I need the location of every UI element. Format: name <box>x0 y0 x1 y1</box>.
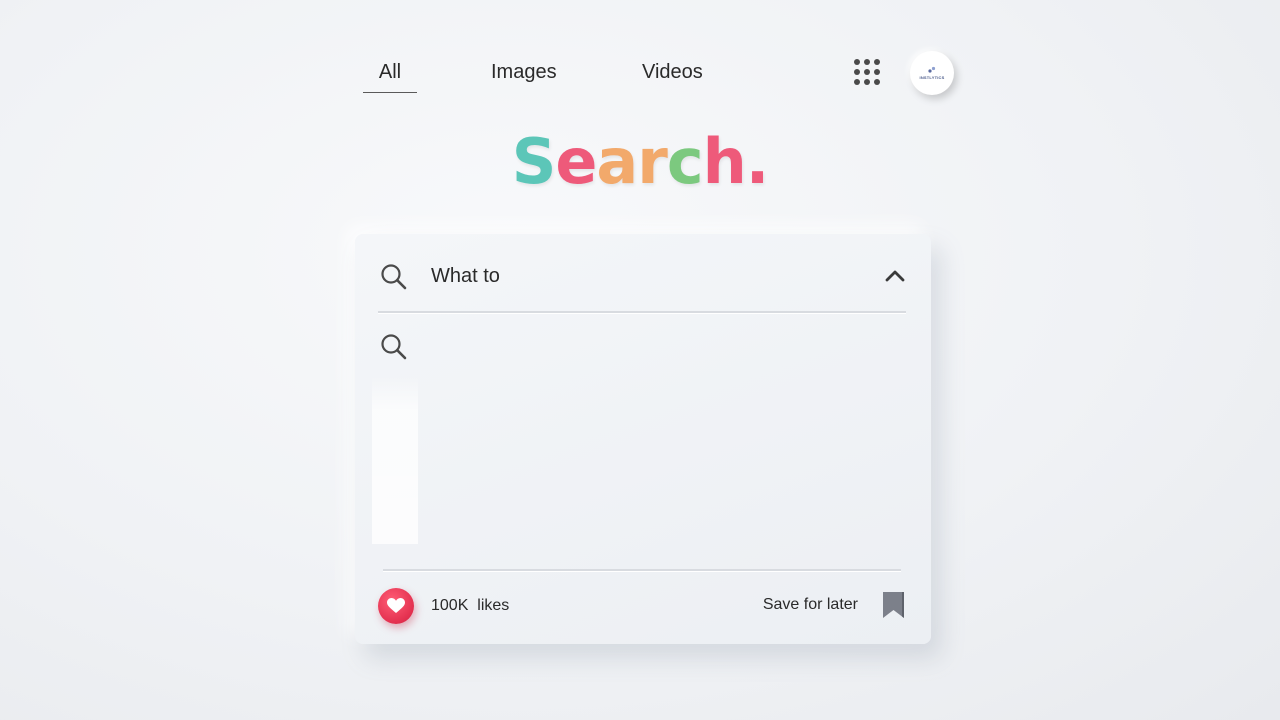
save-for-later-link[interactable]: Save for later <box>763 595 858 615</box>
apps-grid-icon[interactable] <box>854 59 880 85</box>
search-bar[interactable]: What to <box>379 260 907 292</box>
logo-letter: a <box>596 125 638 198</box>
logo-letter: e <box>555 125 597 198</box>
logo-letter: . <box>745 125 770 198</box>
logo-letter: r <box>637 125 668 198</box>
like-button[interactable] <box>378 588 414 624</box>
bookmark-icon[interactable] <box>880 590 908 620</box>
search-logo: Search. <box>0 126 1280 198</box>
chevron-up-icon[interactable] <box>883 266 907 286</box>
logo-letter: S <box>511 125 557 198</box>
divider <box>378 311 906 313</box>
divider <box>383 569 901 571</box>
search-card: What to 100K likes Save for later <box>355 234 931 644</box>
search-icon <box>381 264 407 290</box>
logo-letter: c <box>666 125 704 198</box>
tab-videos[interactable]: Videos <box>642 58 703 86</box>
avatar[interactable]: INSTLYTICS <box>910 51 954 95</box>
search-input[interactable]: What to <box>431 263 500 289</box>
suggestion-placeholder <box>372 376 418 544</box>
card-footer: 100K likes Save for later <box>378 588 908 624</box>
avatar-label: INSTLYTICS <box>919 75 945 80</box>
heart-icon <box>387 598 405 613</box>
tab-images[interactable]: Images <box>491 58 557 86</box>
suggestion-search-icon[interactable] <box>379 332 409 362</box>
likes-count: 100K likes <box>431 597 510 614</box>
avatar-logo-icon <box>928 66 936 73</box>
tab-all[interactable]: All <box>363 58 417 93</box>
logo-letter: h <box>702 125 747 198</box>
